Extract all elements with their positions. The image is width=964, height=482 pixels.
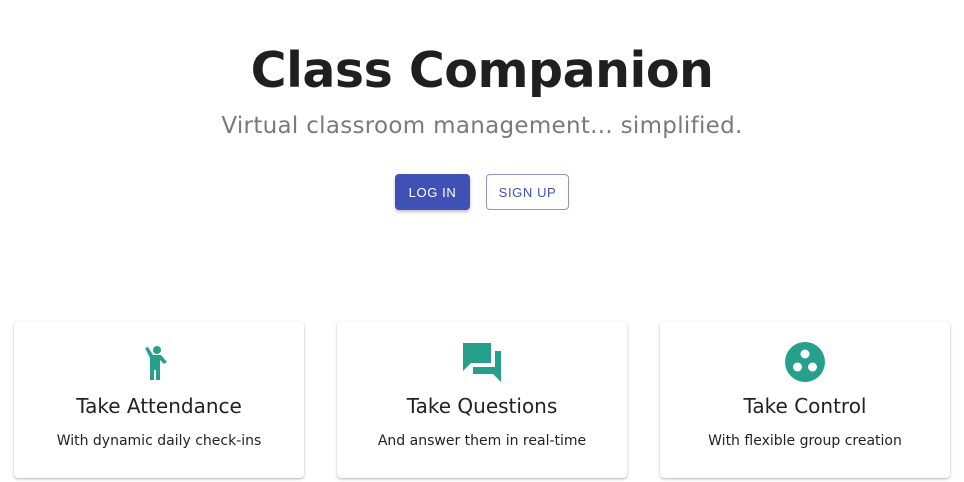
group-circles-icon: [660, 340, 950, 384]
person-raising-hand-icon: [14, 340, 304, 384]
feature-title: Take Attendance: [76, 394, 242, 418]
feature-card-attendance: Take Attendance With dynamic daily check…: [14, 322, 304, 478]
landing-page: Class Companion Virtual classroom manage…: [0, 0, 964, 482]
feature-card-control: Take Control With flexible group creatio…: [660, 322, 950, 478]
feature-description: And answer them in real-time: [377, 433, 587, 449]
auth-buttons: LOG IN SIGN UP: [0, 174, 964, 210]
app-tagline: Virtual classroom management... simplifi…: [221, 113, 743, 139]
feature-title: Take Control: [743, 394, 867, 418]
login-button[interactable]: LOG IN: [395, 174, 470, 210]
feature-description: With dynamic daily check-ins: [56, 433, 262, 449]
chat-bubbles-icon: [337, 340, 627, 384]
feature-card-questions: Take Questions And answer them in real-t…: [337, 322, 627, 478]
feature-cards: Take Attendance With dynamic daily check…: [14, 322, 950, 478]
feature-title: Take Questions: [406, 394, 558, 418]
signup-button[interactable]: SIGN UP: [486, 174, 569, 210]
app-title: Class Companion: [250, 42, 714, 99]
feature-description: With flexible group creation: [708, 433, 902, 449]
